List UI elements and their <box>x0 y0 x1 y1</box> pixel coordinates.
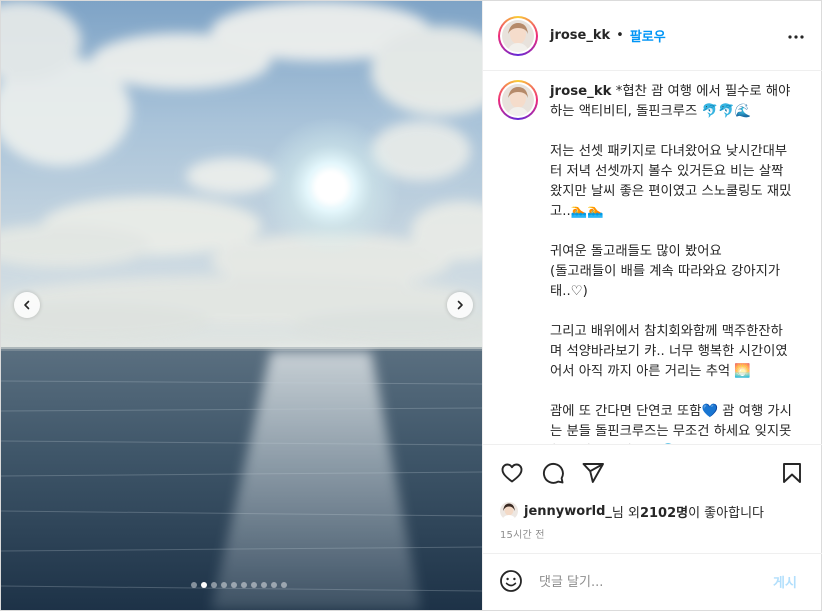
carousel-dot <box>221 582 227 588</box>
likes-suffix: 이 좋아합니다 <box>688 505 764 521</box>
carousel-next-button[interactable] <box>447 292 473 318</box>
more-horizontal-icon[interactable] <box>786 27 806 47</box>
carousel-dot <box>251 582 257 588</box>
carousel-dot <box>271 582 277 588</box>
bookmark-icon[interactable] <box>780 461 804 485</box>
chevron-right-icon <box>457 300 463 310</box>
carousel-dot <box>261 582 267 588</box>
post-comment-button[interactable]: 게시 <box>773 572 797 591</box>
separator: • <box>616 28 624 43</box>
author-avatar[interactable] <box>498 15 538 56</box>
caption-body: *협찬 괌 여행 에서 필수로 해야하는 액티비티, 돌핀크루즈 🐬🐬🌊 저는 … <box>550 84 792 439</box>
comment-box: 게시 <box>483 553 822 610</box>
post-side-panel: jrose_kk • 팔로우 jrose_kk *협찬 괌 여행 에서 필수로 … <box>482 1 822 610</box>
liker-username[interactable]: jennyworld_ <box>524 504 612 519</box>
liker-avatar[interactable] <box>500 502 518 520</box>
caption-scroll-area[interactable]: jrose_kk *협찬 괌 여행 에서 필수로 해야하는 액티비티, 돌핀크루… <box>483 72 822 444</box>
paper-plane-icon[interactable] <box>581 461 605 485</box>
chevron-left-icon <box>24 300 30 310</box>
likes-summary: jennyworld_ 님 외 2102명 이 좋아합니다 <box>500 500 764 522</box>
comment-input[interactable] <box>539 571 749 593</box>
carousel-dot <box>231 582 237 588</box>
post-photo[interactable] <box>1 1 482 610</box>
carousel-dot <box>241 582 247 588</box>
heart-icon[interactable] <box>500 461 524 485</box>
avatar-image <box>502 19 534 52</box>
carousel-indicator <box>191 582 287 588</box>
follow-button[interactable]: 팔로우 <box>630 26 666 45</box>
caption-username[interactable]: jrose_kk <box>550 84 612 99</box>
post-timestamp[interactable]: 15시간 전 <box>500 526 545 541</box>
likes-middle-text: 님 외 <box>611 505 640 521</box>
avatar-image <box>502 84 534 116</box>
carousel-dot <box>201 582 207 588</box>
post-actions <box>483 444 822 498</box>
ocean-sunset-image <box>1 1 482 610</box>
author-username[interactable]: jrose_kk <box>550 28 610 43</box>
carousel-dot <box>211 582 217 588</box>
likes-count[interactable]: 2102명 <box>640 502 688 521</box>
carousel-dot <box>191 582 197 588</box>
post-container: jrose_kk • 팔로우 jrose_kk *협찬 괌 여행 에서 필수로 … <box>0 0 822 611</box>
smiley-icon[interactable] <box>499 569 523 593</box>
carousel-dot <box>281 582 287 588</box>
carousel-prev-button[interactable] <box>14 292 40 318</box>
caption-text: jrose_kk *협찬 괌 여행 에서 필수로 해야하는 액티비티, 돌핀크루… <box>550 82 795 444</box>
comment-icon[interactable] <box>541 461 565 485</box>
post-header: jrose_kk • 팔로우 <box>483 1 822 71</box>
caption-author-avatar[interactable] <box>498 80 538 120</box>
